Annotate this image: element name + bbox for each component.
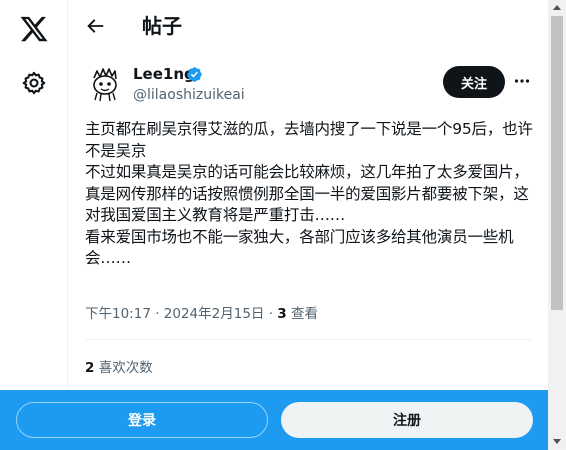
likes-label: 喜欢次数 <box>98 360 153 376</box>
left-nav-rail <box>0 0 68 450</box>
main-column: 帖子 Lee1ng @lilaoshizuikeai 关注 主页都在刷吴京得艾滋… <box>68 0 548 450</box>
tweet-text: 主页都在刷吴京得艾滋的瓜，去墙内搜了一下说是一个95后，也许不是吴京 不过如果真… <box>85 120 533 267</box>
meta-separator: · <box>264 306 278 322</box>
tweet-author: Lee1ng @lilaoshizuikeai 关注 <box>68 60 548 110</box>
login-button[interactable]: 登录 <box>16 402 268 438</box>
verified-badge-icon <box>187 67 202 82</box>
views-count: 3 <box>277 306 287 322</box>
signup-prompt-bar: 登录 注册 <box>0 390 548 450</box>
likes-stat[interactable]: 2 喜欢次数 <box>85 358 153 378</box>
scrollbar-thumb[interactable] <box>551 16 563 310</box>
avatar-doodle-icon <box>86 65 124 103</box>
tweet-meta: 下午10:17 · 2024年2月15日 · 3 查看 <box>85 304 318 324</box>
scroll-down-arrow-icon[interactable] <box>553 439 561 444</box>
tweet-time[interactable]: 下午10:17 <box>85 306 151 322</box>
follow-button[interactable]: 关注 <box>443 66 505 98</box>
app-window: 帖子 Lee1ng @lilaoshizuikeai 关注 主页都在刷吴京得艾滋… <box>0 0 566 450</box>
scrollbar[interactable] <box>548 0 566 450</box>
back-arrow-icon[interactable] <box>84 15 106 37</box>
scroll-up-arrow-icon[interactable] <box>553 5 561 10</box>
page-header: 帖子 <box>68 0 548 53</box>
avatar[interactable] <box>85 64 125 104</box>
meta-separator: · <box>150 306 164 322</box>
tweet-date[interactable]: 2024年2月15日 <box>164 306 265 322</box>
likes-count: 2 <box>85 360 95 376</box>
user-handle[interactable]: @lilaoshizuikeai <box>133 86 245 104</box>
x-logo-icon[interactable] <box>19 14 49 44</box>
views-label: 查看 <box>290 306 318 322</box>
signup-button[interactable]: 注册 <box>281 402 533 438</box>
divider <box>85 339 532 340</box>
page-title: 帖子 <box>142 14 182 38</box>
gear-icon[interactable] <box>21 70 47 96</box>
more-horizontal-icon[interactable] <box>514 70 530 92</box>
